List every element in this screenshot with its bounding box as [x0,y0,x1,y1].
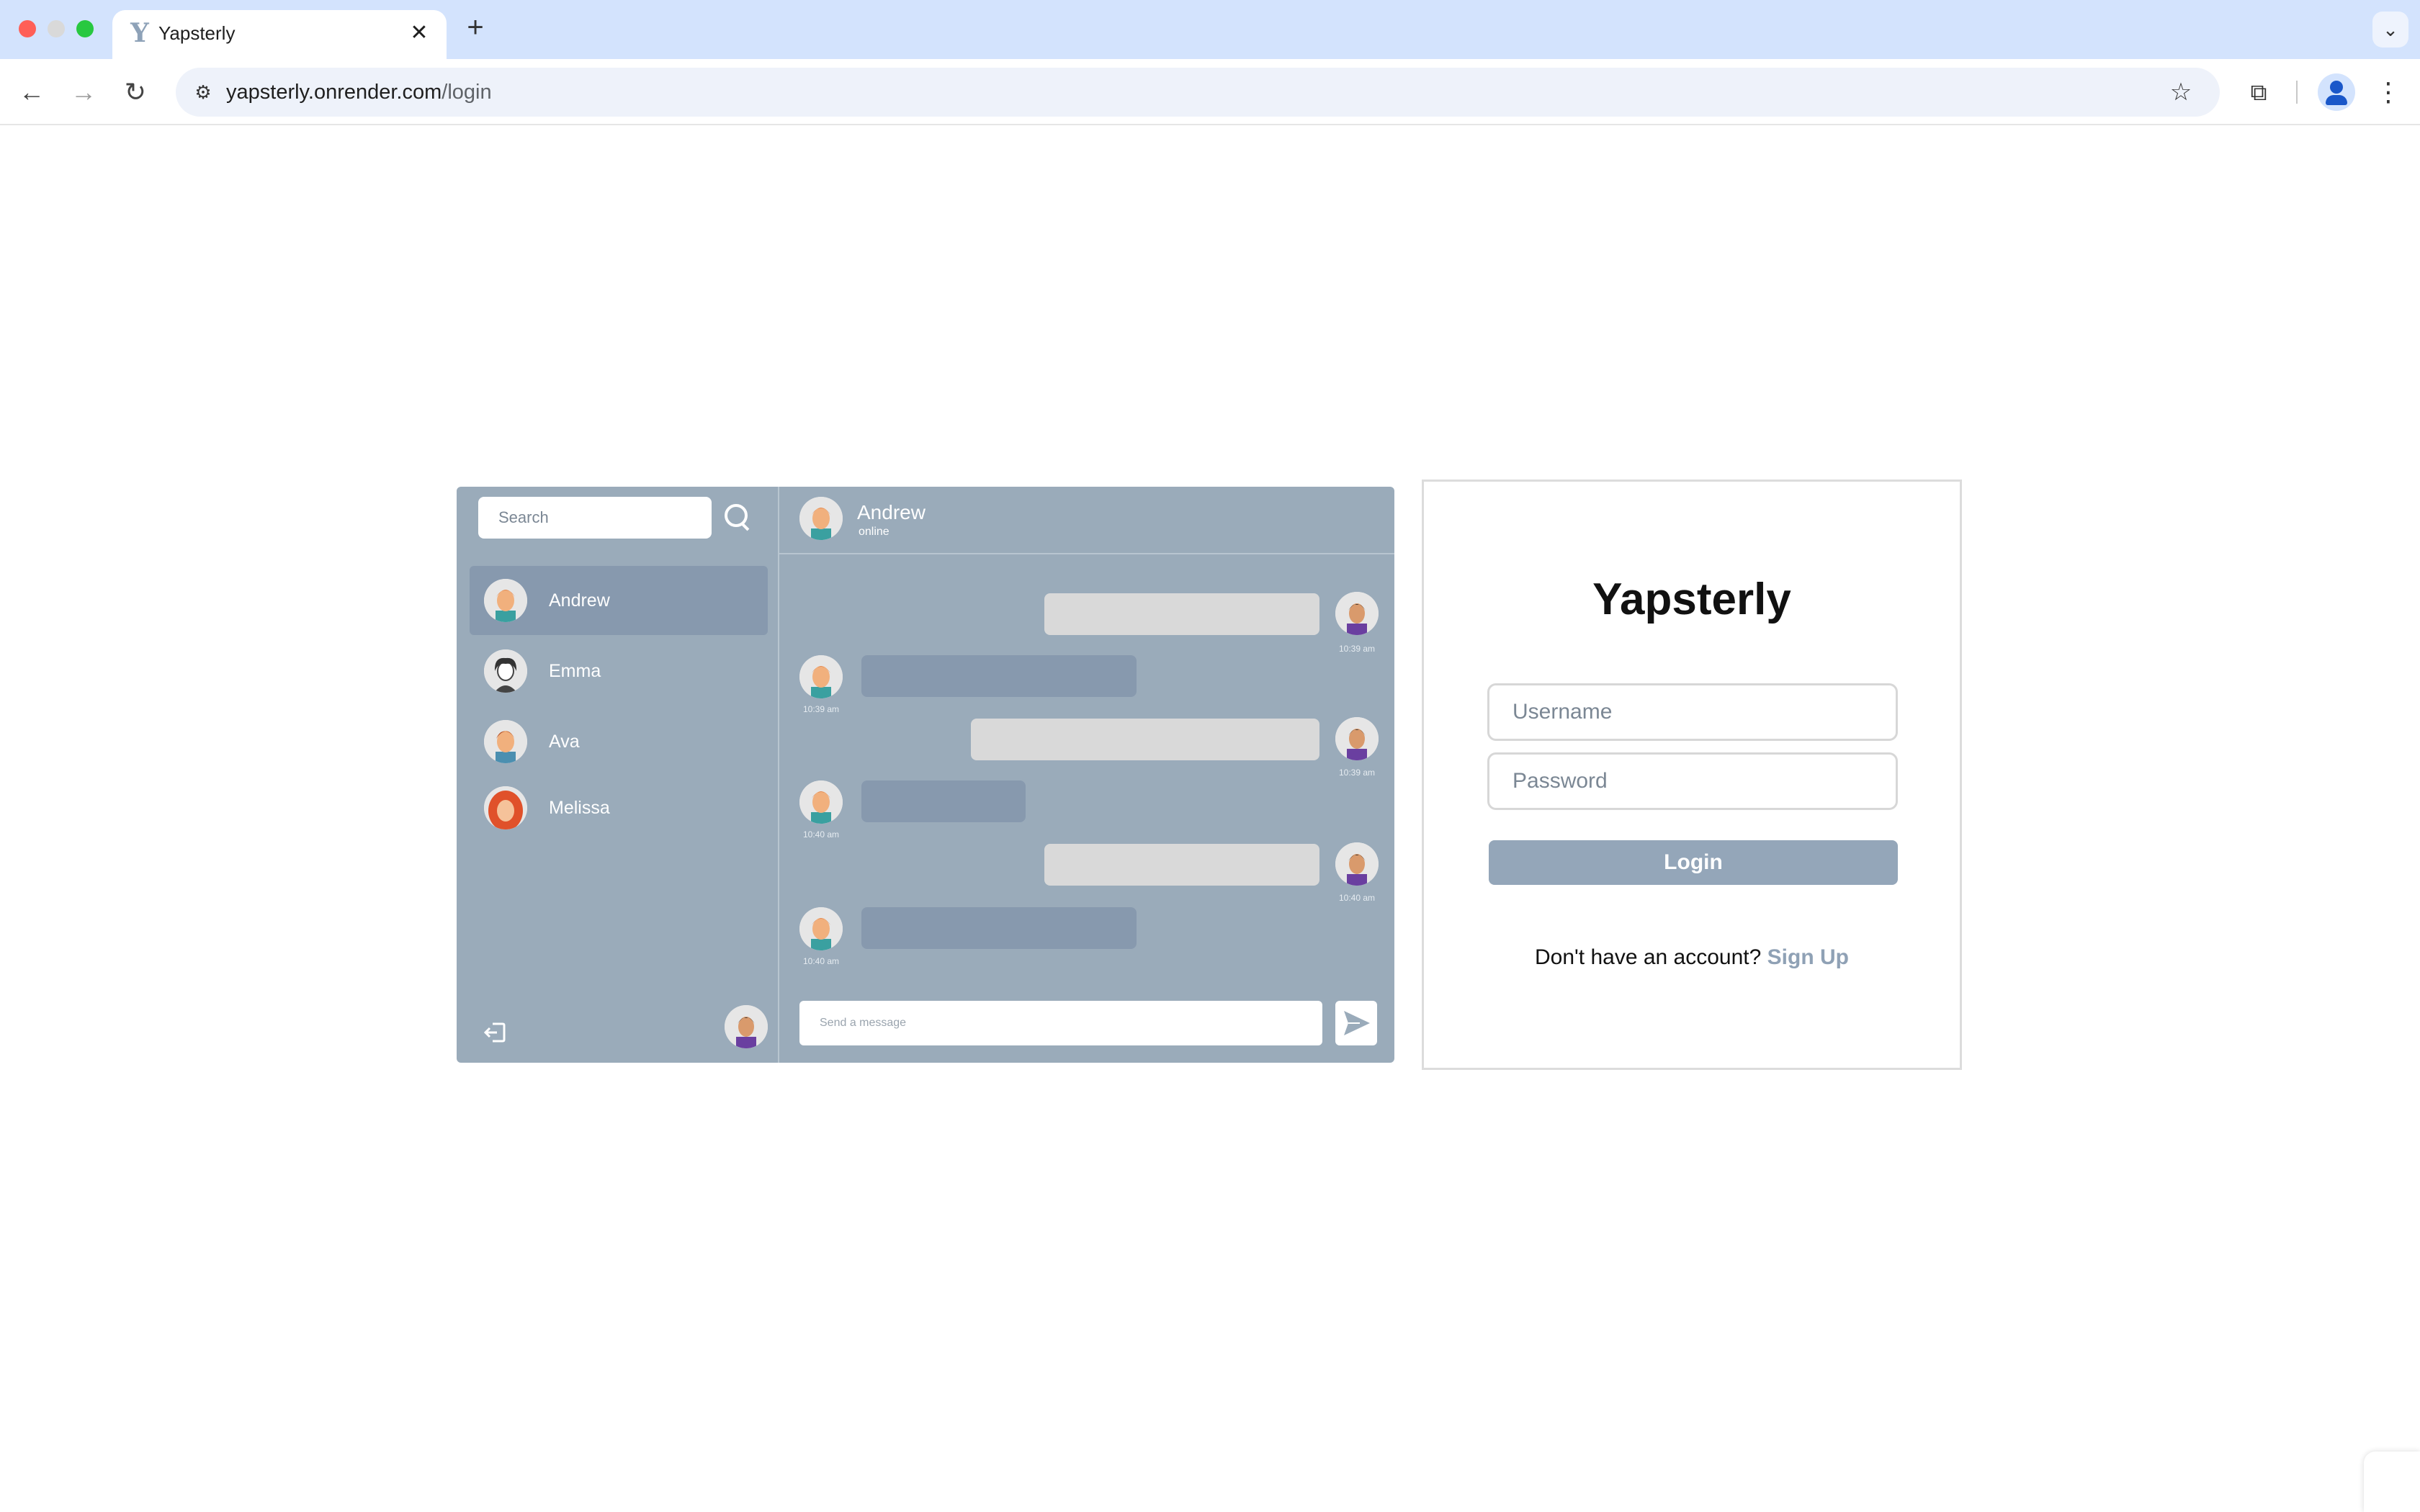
chat-header-status: online [859,526,889,538]
contact-item-melissa: Melissa [470,773,768,842]
profile-avatar-icon[interactable] [2318,73,2355,111]
contact-name: Ava [549,732,580,752]
avatar-icon [484,649,527,693]
floating-widget[interactable] [2364,1452,2420,1512]
new-tab-icon[interactable]: + [461,13,490,42]
chat-header-name: Andrew [857,501,926,523]
outgoing-message-bubble [1044,844,1319,886]
forward-arrow-icon[interactable]: → [66,75,101,109]
tab-close-icon[interactable]: ✕ [406,20,432,46]
close-window-button[interactable] [19,20,36,37]
signup-link[interactable]: Sign Up [1767,945,1849,969]
extensions-puzzle-icon[interactable]: ⧉ [2240,73,2277,111]
message-time: 10:40 am [1338,893,1376,903]
browser-toolbar: ← → ↻ ⚙ yapsterly.onrender.com/login ☆ ⧉… [0,59,2420,125]
url-path: /login [442,81,492,104]
minimize-window-button[interactable] [48,20,65,37]
outgoing-message-bubble [1044,593,1319,635]
url-domain: yapsterly.onrender.com [226,81,442,104]
incoming-message-bubble [861,907,1137,949]
contact-item-andrew: Andrew [470,566,768,635]
tab-strip: Y Yapsterly ✕ + ⌄ [0,0,2420,59]
message-time: 10:40 am [802,829,840,840]
contact-item-ava: Ava [470,707,768,776]
password-field[interactable]: Password [1487,752,1898,810]
address-bar[interactable]: ⚙ yapsterly.onrender.com/login ☆ [176,68,2220,117]
preview-search-field: Search [478,497,712,539]
chat-header-avatar-icon [799,497,843,540]
avatar-icon [484,579,527,622]
avatar-icon [484,720,527,763]
contact-name: Andrew [549,590,610,611]
chat-header-divider [779,553,1394,554]
contact-item-emma: Emma [470,636,768,706]
send-icon [1335,1001,1377,1045]
site-settings-icon[interactable]: ⚙ [186,75,220,109]
login-card: Yapsterly Username Password Login Don't … [1422,480,1962,1070]
message-time: 10:39 am [1338,644,1376,654]
url-text[interactable]: yapsterly.onrender.com/login [226,68,492,117]
contact-name: Melissa [549,798,610,818]
bookmark-star-icon[interactable]: ☆ [2164,75,2198,109]
outgoing-message-bubble [971,719,1319,760]
recipient-avatar-icon [799,907,843,950]
kebab-menu-icon[interactable]: ⋮ [2370,73,2407,111]
recipient-avatar-icon [799,780,843,824]
chat-app-preview: Search Andrew Emma Ava Melissa Andrew on… [457,487,1394,1063]
username-field[interactable]: Username [1487,683,1898,741]
active-tab[interactable]: Y Yapsterly ✕ [112,10,447,59]
toolbar-divider [2296,81,2298,104]
message-time: 10:39 am [802,704,840,714]
maximize-window-button[interactable] [76,20,94,37]
brand-title: Yapsterly [1592,575,1791,624]
signup-prompt-line: Don't have an account? Sign Up [1424,945,1960,970]
back-arrow-icon[interactable]: ← [14,75,49,109]
reload-icon[interactable]: ↻ [118,75,153,109]
logout-icon [481,1018,510,1047]
preview-sidebar: Search Andrew Emma Ava Melissa [457,487,779,1063]
tab-search-chevron-down-icon[interactable]: ⌄ [2372,12,2408,48]
message-time: 10:40 am [802,956,840,966]
contact-name: Emma [549,661,601,681]
yapsterly-favicon-icon: Y [130,18,149,48]
avatar-icon [484,786,527,829]
signup-prompt: Don't have an account? [1535,945,1762,969]
search-icon [723,503,753,533]
incoming-message-bubble [861,655,1137,697]
incoming-message-bubble [861,780,1026,822]
sender-avatar-icon [1335,842,1379,886]
sender-avatar-icon [1335,717,1379,760]
current-user-avatar-icon [725,1005,768,1048]
message-time: 10:39 am [1338,768,1376,778]
login-button[interactable]: Login [1489,840,1898,885]
preview-message-field: Send a message [799,1001,1322,1045]
recipient-avatar-icon [799,655,843,698]
tab-title: Yapsterly [158,22,236,44]
sender-avatar-icon [1335,592,1379,635]
